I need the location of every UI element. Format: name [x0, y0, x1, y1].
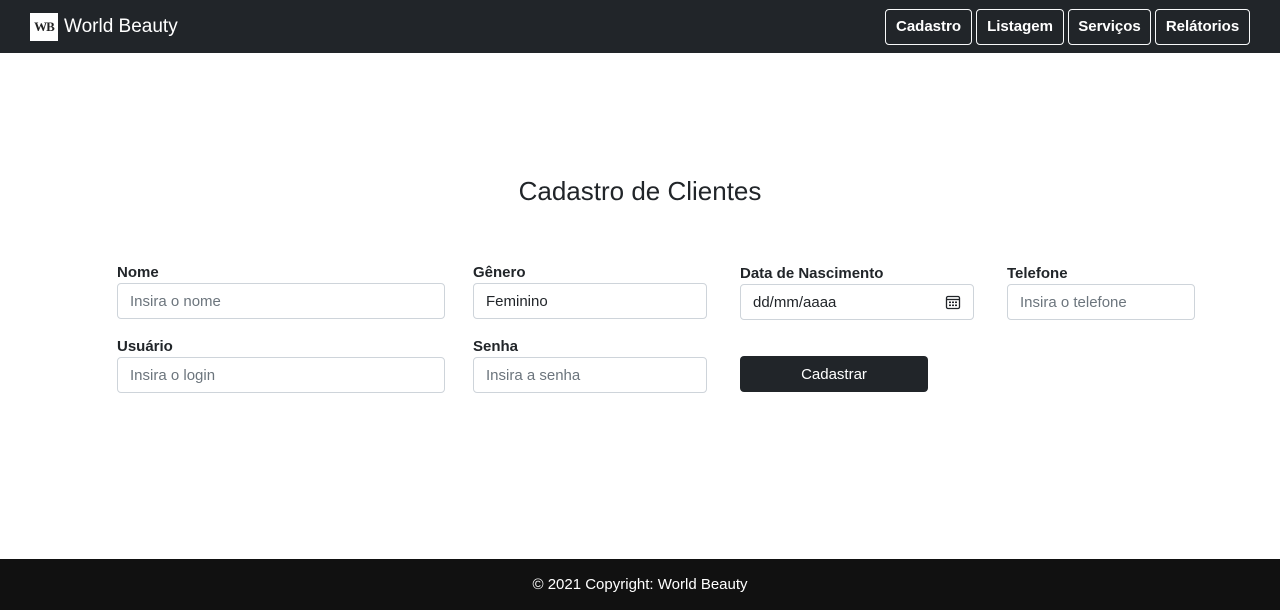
navbar: WB World Beauty Cadastro Listagem Serviç… — [0, 0, 1280, 53]
brand-logo: WB — [30, 13, 58, 41]
nascimento-date-input[interactable]: dd/mm/aaaa — [740, 284, 974, 320]
footer: © 2021 Copyright: World Beauty — [0, 559, 1280, 610]
telefone-label: Telefone — [1007, 265, 1068, 282]
senha-input[interactable] — [473, 357, 707, 393]
usuario-label: Usuário — [117, 338, 173, 355]
brand-name: World Beauty — [64, 16, 178, 37]
nav-cadastro-button[interactable]: Cadastro — [885, 9, 972, 45]
nascimento-date-text: dd/mm/aaaa — [753, 293, 837, 311]
footer-copyright: © 2021 Copyright: World Beauty — [532, 576, 748, 593]
page-title: Cadastro de Clientes — [518, 176, 762, 206]
calendar-icon[interactable] — [945, 294, 961, 310]
nav-servicos-button[interactable]: Serviços — [1068, 9, 1151, 45]
cadastrar-button[interactable]: Cadastrar — [740, 356, 928, 392]
genero-input[interactable] — [473, 283, 707, 319]
genero-label: Gênero — [473, 264, 526, 281]
nome-label: Nome — [117, 264, 159, 281]
brand[interactable]: WB World Beauty — [30, 13, 178, 41]
usuario-input[interactable] — [117, 357, 445, 393]
senha-label: Senha — [473, 338, 519, 355]
nascimento-label: Data de Nascimento — [740, 265, 884, 282]
nav-listagem-button[interactable]: Listagem — [976, 9, 1064, 45]
nav-relatorios-button[interactable]: Relátorios — [1155, 9, 1250, 45]
telefone-input[interactable] — [1007, 284, 1195, 320]
nome-input[interactable] — [117, 283, 445, 319]
